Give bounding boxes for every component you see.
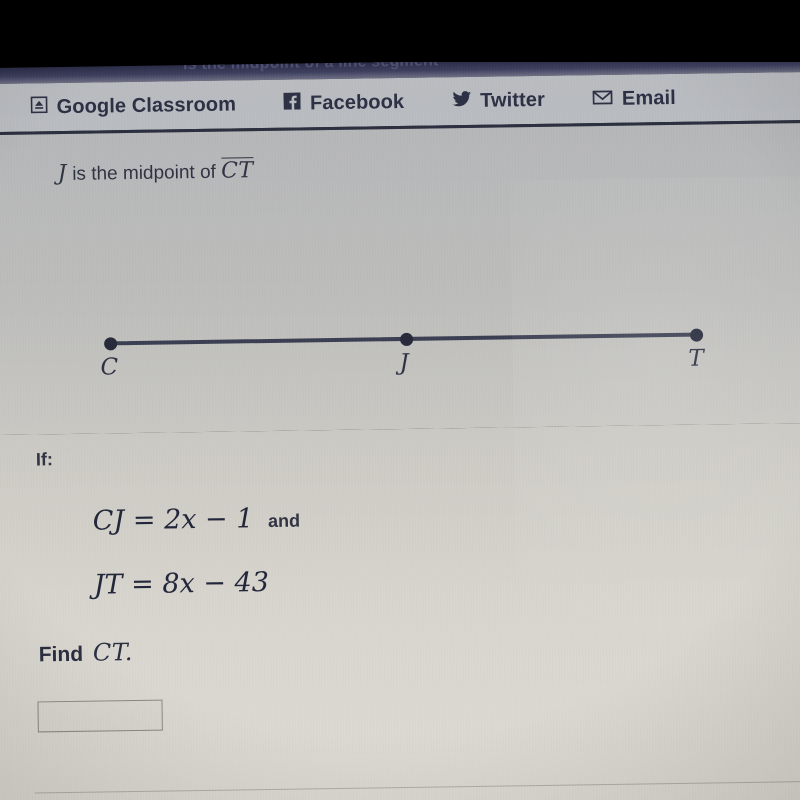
black-border-top — [0, 0, 800, 62]
equation-cj: CJ = 2x − 1 and — [92, 503, 301, 537]
segment-point-c — [104, 337, 118, 351]
facebook-icon — [283, 91, 302, 115]
problem-prompt: J is the midpoint of CT — [57, 157, 254, 187]
prompt-segment-ct: CT — [220, 157, 254, 184]
equation-cj-lhs: CJ — [92, 505, 125, 537]
problem-content: J is the midpoint of CT C J T If: CJ = 2… — [0, 123, 800, 800]
photographed-screen: is the midpoint of a line segment Google… — [0, 55, 800, 800]
equation-jt: JT = 8x − 43 — [93, 567, 269, 601]
share-facebook-label: Facebook — [309, 90, 405, 114]
prompt-text: is the midpoint of — [72, 161, 217, 185]
equation-cj-suffix: and — [267, 510, 301, 532]
share-email-label: Email — [621, 86, 676, 110]
footer-divider — [34, 780, 800, 794]
find-target: CT. — [92, 638, 134, 667]
segment-label-t: T — [688, 345, 704, 372]
segment-point-t — [689, 328, 704, 342]
equation-jt-lhs: JT — [93, 569, 123, 601]
find-label: Find — [38, 642, 84, 667]
segment-label-j: J — [399, 349, 409, 377]
share-twitter-button[interactable]: Twitter — [452, 88, 545, 112]
prompt-variable-j: J — [57, 160, 68, 187]
screenshot-root: is the midpoint of a line segment Google… — [0, 0, 800, 800]
answer-input[interactable] — [37, 699, 163, 733]
segment-diagram: C J T — [0, 253, 800, 380]
share-facebook-button[interactable]: Facebook — [283, 90, 405, 115]
equation-cj-rel: = — [132, 504, 156, 537]
equation-cj-rhs: 2x − 1 — [163, 503, 254, 536]
share-email-button[interactable]: Email — [592, 86, 676, 110]
segment-point-j — [400, 332, 414, 347]
email-icon — [592, 87, 613, 110]
find-instruction: Find CT. — [39, 638, 134, 667]
share-twitter-label: Twitter — [480, 88, 546, 112]
twitter-icon — [452, 89, 471, 112]
equation-jt-rel: = — [130, 568, 155, 601]
share-google-classroom-button[interactable]: Google Classroom — [30, 93, 236, 119]
google-classroom-icon — [30, 95, 48, 119]
segment-label-c: C — [100, 354, 119, 381]
share-google-classroom-label: Google Classroom — [56, 92, 237, 118]
if-label: If: — [35, 449, 54, 470]
equation-jt-rhs: 8x − 43 — [162, 567, 270, 600]
